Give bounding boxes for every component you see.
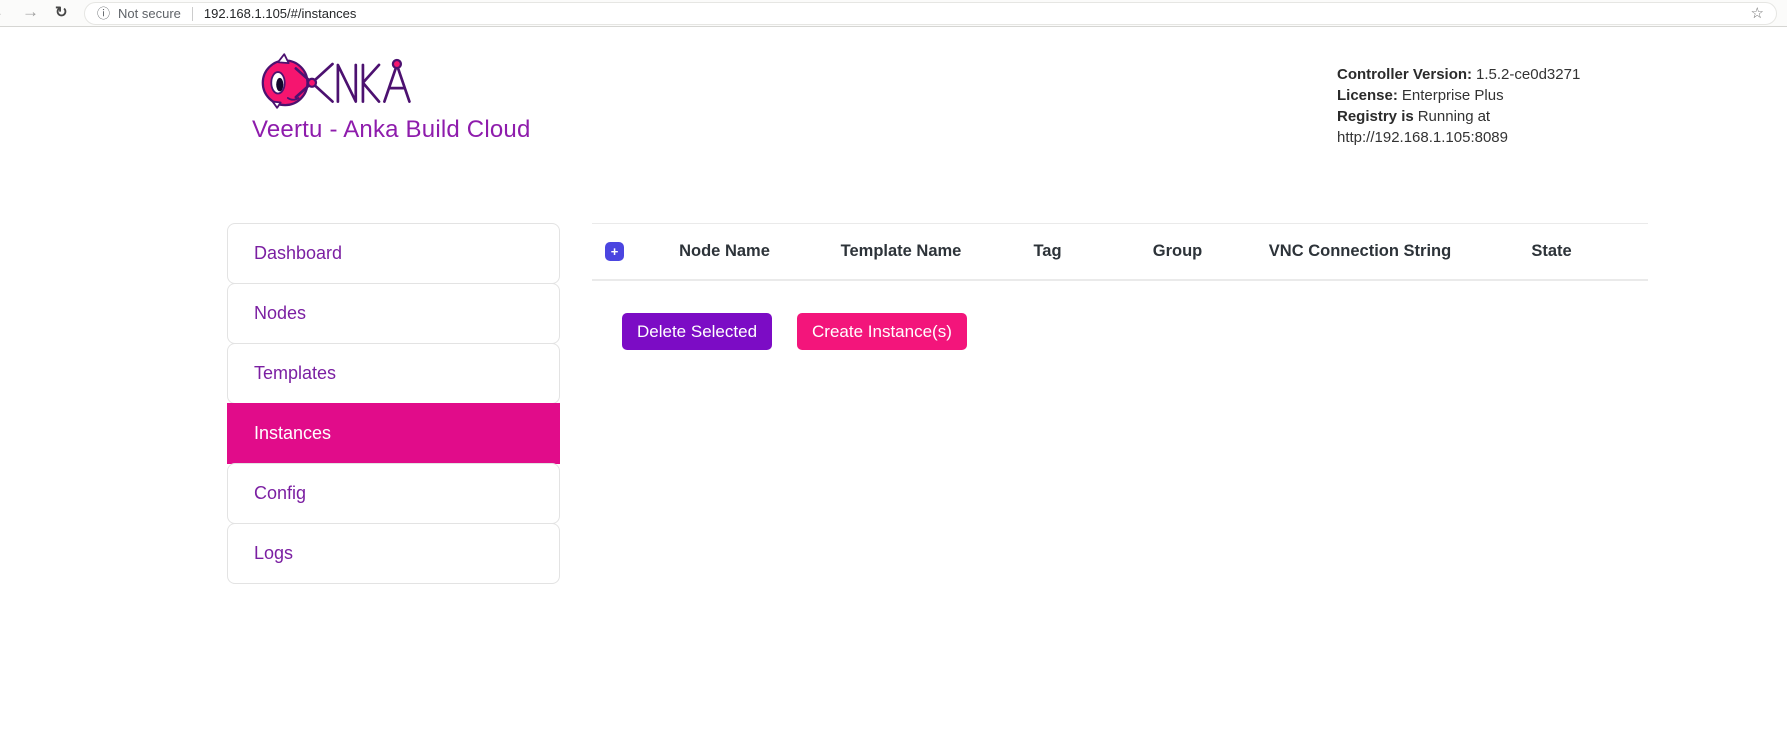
- column-header-group: Group: [1090, 242, 1265, 261]
- browser-toolbar: ← → ↻ ⓘ Not secure 192.168.1.105/#/insta…: [0, 0, 1787, 27]
- select-all-plus-button[interactable]: +: [605, 242, 624, 261]
- license-value: Enterprise Plus: [1402, 87, 1504, 104]
- sidebar-item-logs[interactable]: Logs: [227, 523, 560, 584]
- security-label: Not secure: [118, 6, 181, 21]
- controller-version-value: 1.5.2-ce0d3271: [1476, 66, 1580, 83]
- select-all-cell: +: [592, 242, 652, 261]
- create-instances-button[interactable]: Create Instance(s): [797, 313, 967, 350]
- registry-line: Registry isRunningat: [1337, 106, 1597, 127]
- reload-icon[interactable]: ↻: [55, 3, 68, 21]
- controller-version-line: Controller Version:1.5.2-ce0d3271: [1337, 64, 1597, 85]
- page-info-icon[interactable]: ⓘ: [97, 7, 110, 20]
- column-header-template-name: Template Name: [797, 242, 1005, 261]
- sidebar-nav: Dashboard Nodes Templates Instances Conf…: [227, 223, 560, 584]
- page-title: Veertu - Anka Build Cloud: [252, 116, 531, 144]
- column-header-tag: Tag: [1005, 242, 1090, 261]
- column-header-node-name: Node Name: [652, 242, 797, 261]
- sidebar-item-label: Templates: [254, 363, 336, 384]
- registry-url: http://192.168.1.105:8089: [1337, 129, 1508, 146]
- column-header-vnc: VNC Connection String: [1265, 242, 1455, 261]
- address-bar[interactable]: ⓘ Not secure 192.168.1.105/#/instances ☆: [84, 2, 1777, 25]
- sidebar-item-templates[interactable]: Templates: [227, 343, 560, 404]
- controller-version-label: Controller Version:: [1337, 66, 1472, 83]
- instances-table: + Node Name Template Name Tag Group VNC …: [592, 223, 1648, 281]
- back-icon[interactable]: ←: [0, 2, 4, 22]
- address-bar-divider: [192, 7, 193, 21]
- instance-actions: Delete Selected Create Instance(s): [622, 313, 967, 350]
- system-info: Controller Version:1.5.2-ce0d3271 Licens…: [1337, 64, 1597, 148]
- sidebar-item-dashboard[interactable]: Dashboard: [227, 223, 560, 284]
- sidebar-item-config[interactable]: Config: [227, 463, 560, 524]
- column-header-state: State: [1455, 242, 1648, 261]
- delete-selected-button[interactable]: Delete Selected: [622, 313, 772, 350]
- sidebar-item-label: Logs: [254, 543, 293, 564]
- registry-label: Registry is: [1337, 108, 1414, 125]
- sidebar-item-instances[interactable]: Instances: [227, 403, 560, 464]
- registry-status: Running: [1418, 108, 1474, 125]
- registry-at-label: at: [1478, 108, 1491, 125]
- license-label: License:: [1337, 87, 1398, 104]
- url-text[interactable]: 192.168.1.105/#/instances: [204, 6, 357, 21]
- sidebar-item-label: Nodes: [254, 303, 306, 324]
- forward-icon[interactable]: →: [22, 2, 39, 22]
- sidebar-item-nodes[interactable]: Nodes: [227, 283, 560, 344]
- anka-pig-logo: [261, 51, 413, 111]
- license-line: License:Enterprise Plus: [1337, 85, 1597, 106]
- sidebar-item-label: Dashboard: [254, 243, 342, 264]
- bookmark-star-icon[interactable]: ☆: [1751, 6, 1764, 21]
- instances-table-header: + Node Name Template Name Tag Group VNC …: [592, 223, 1648, 281]
- sidebar-item-label: Config: [254, 483, 306, 504]
- app-window: ← → ↻ ⓘ Not secure 192.168.1.105/#/insta…: [0, 0, 1787, 748]
- sidebar-item-label: Instances: [254, 423, 331, 444]
- registry-url-line: http://192.168.1.105:8089: [1337, 127, 1597, 148]
